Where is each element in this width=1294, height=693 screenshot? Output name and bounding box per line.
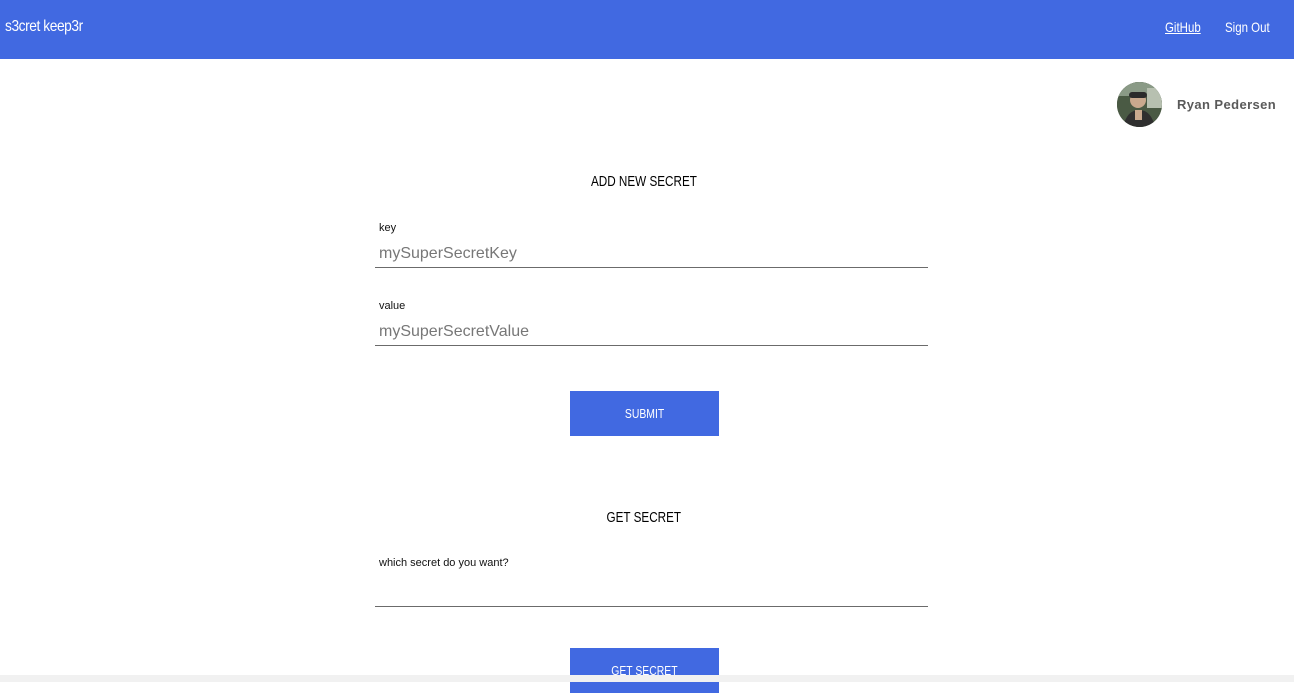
key-label: key [379,222,397,234]
bottom-scroll-edge [0,675,1294,682]
get-secret-title: GET SECRET [375,509,913,526]
sign-out-link[interactable]: Sign Out [1225,19,1270,35]
value-label: value [379,300,406,312]
avatar [1117,82,1162,127]
secret-query-label: which secret do you want? [379,557,509,569]
get-secret-title-text: GET SECRET [606,509,682,526]
key-input[interactable] [375,240,928,268]
top-navbar: s3cret keep3r GitHub Sign Out [0,0,1294,59]
add-secret-title: ADD NEW SECRET [375,173,913,190]
user-photo-icon [1117,82,1162,127]
get-secret-button[interactable]: GET SECRET [570,648,719,693]
github-link[interactable]: GitHub [1165,19,1201,35]
add-secret-title-text: ADD NEW SECRET [591,173,697,190]
value-input[interactable] [375,318,928,346]
user-profile: Ryan Pedersen [1117,82,1276,127]
brand-link[interactable]: s3cret keep3r [5,18,83,36]
secret-query-input[interactable] [375,579,928,607]
submit-button-label: SUBMIT [624,406,665,421]
user-name: Ryan Pedersen [1177,97,1277,112]
submit-button[interactable]: SUBMIT [570,391,719,436]
